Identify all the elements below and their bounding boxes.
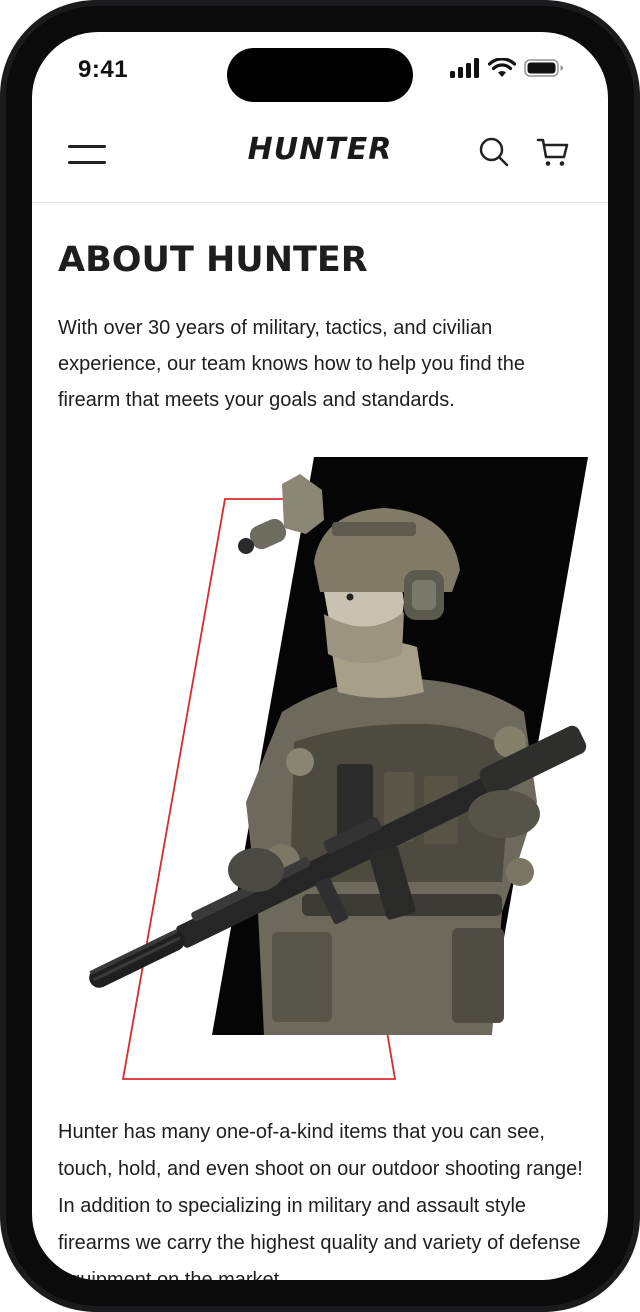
hamburger-menu-icon bbox=[68, 145, 106, 148]
intro-paragraph: With over 30 years of military, tactics,… bbox=[58, 317, 525, 411]
dynamic-island bbox=[227, 48, 413, 102]
cart-icon bbox=[536, 138, 569, 166]
status-time: 9:41 bbox=[78, 56, 129, 83]
body-paragraph: Hunter has many one-of-a-kind items that… bbox=[58, 1121, 583, 1280]
menu-button[interactable] bbox=[68, 142, 108, 166]
hero-soldier-image bbox=[89, 457, 588, 1080]
cart-button[interactable] bbox=[536, 136, 570, 168]
hamburger-menu-icon-bar bbox=[68, 161, 106, 164]
screen: 9:41 HUNTER ABOUT HUNTER With over 30 ye… bbox=[32, 32, 608, 1280]
wifi-icon bbox=[488, 58, 516, 77]
status-bar: 9:41 bbox=[32, 32, 608, 112]
search-button[interactable] bbox=[478, 136, 510, 168]
battery-icon bbox=[524, 59, 563, 77]
page-title: ABOUT HUNTER bbox=[58, 240, 368, 280]
logo-text[interactable]: HUNTER bbox=[248, 132, 393, 167]
phone-frame: 9:41 HUNTER ABOUT HUNTER With over 30 ye… bbox=[0, 0, 640, 1312]
search-icon bbox=[479, 137, 509, 167]
logo: HUNTER bbox=[32, 132, 608, 167]
cellular-signal-icon bbox=[450, 58, 479, 78]
status-icons bbox=[450, 58, 564, 78]
site-header: HUNTER bbox=[32, 120, 608, 203]
